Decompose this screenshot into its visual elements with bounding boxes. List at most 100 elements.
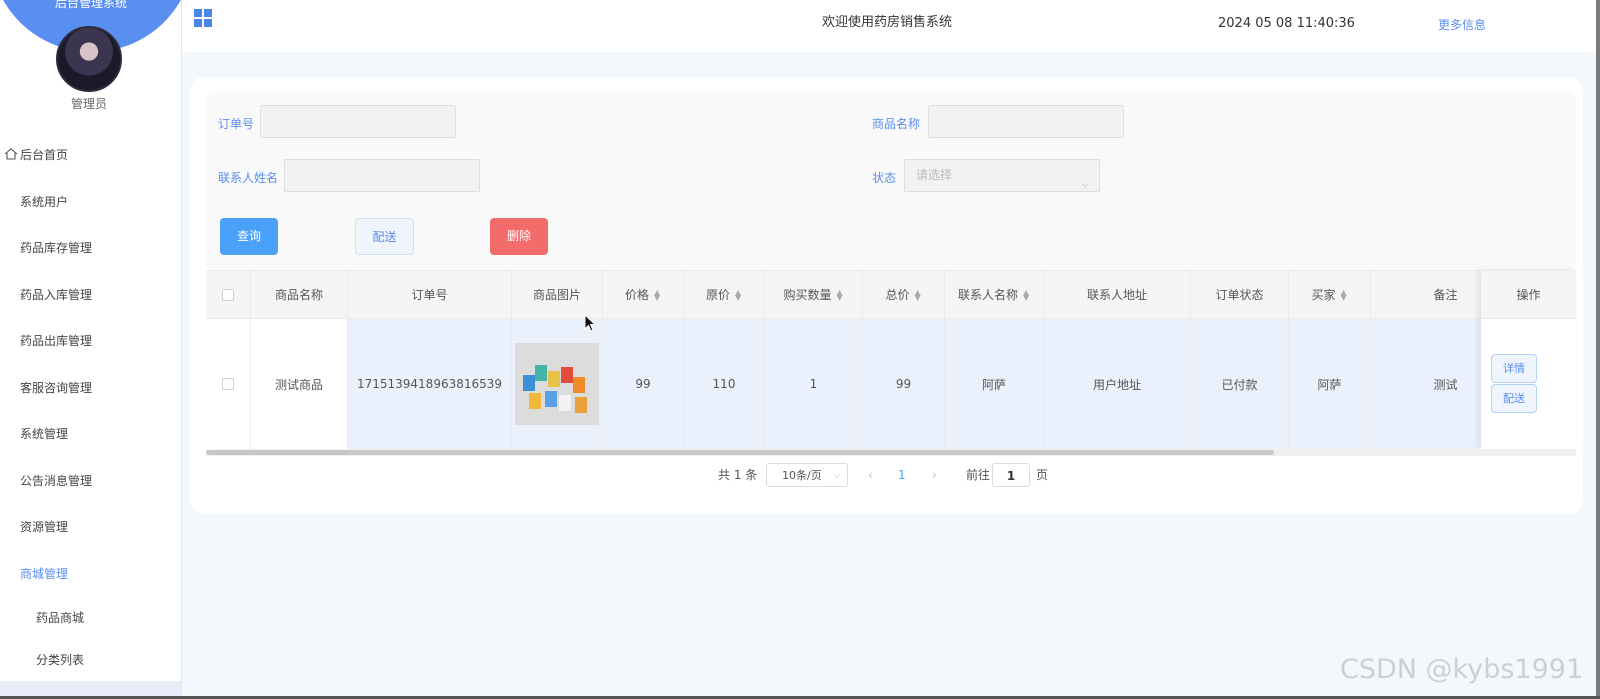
goto-page-input[interactable]: 1 bbox=[992, 463, 1030, 487]
col-order-status: 订单状态 bbox=[1191, 271, 1289, 318]
row-select-cell bbox=[206, 319, 251, 449]
col-product-name: 商品名称 bbox=[251, 271, 348, 318]
chevron-down-icon: ⌵ bbox=[833, 471, 840, 481]
product-name-label: 商品名称 bbox=[872, 117, 921, 131]
col-quantity[interactable]: 购买数量 ▲ ▼ bbox=[765, 271, 863, 318]
mouse-cursor-icon bbox=[584, 314, 596, 332]
product-image[interactable] bbox=[515, 343, 599, 425]
filter-panel: 订单号 商品名称 联系人姓名 状态 请选择 ⌵ 查询 配送 删除 bbox=[206, 92, 1576, 272]
actions-column: 操作 详情 配送 bbox=[1481, 270, 1576, 449]
delete-button[interactable]: 删除 bbox=[490, 218, 548, 255]
user-role: 管理员 bbox=[70, 97, 107, 111]
goto-label: 前往 bbox=[966, 468, 991, 482]
next-page-icon[interactable]: › bbox=[932, 463, 937, 487]
prev-page-icon[interactable]: ‹ bbox=[868, 463, 873, 487]
col-price[interactable]: 价格 ▲ ▼ bbox=[603, 271, 684, 318]
sidebar: 后台管理系统 管理员 后台首页 系统用户 药品库存管理 药品入库管理 药品出库管… bbox=[0, 0, 182, 699]
select-all-cell bbox=[206, 271, 251, 318]
col-total[interactable]: 总价 ▲ ▼ bbox=[863, 271, 945, 318]
ship-button[interactable]: 配送 bbox=[355, 218, 414, 255]
cell-original-price: 110 bbox=[684, 319, 765, 449]
grid-menu-icon[interactable] bbox=[194, 9, 212, 27]
sort-icon[interactable]: ▲ ▼ bbox=[915, 288, 922, 301]
col-product-image: 商品图片 bbox=[512, 271, 603, 318]
window-edge bbox=[1596, 0, 1600, 699]
col-price-label: 价格 bbox=[624, 288, 649, 302]
chevron-down-icon: ⌵ bbox=[1081, 179, 1089, 190]
cell-product-name: 测试商品 bbox=[251, 319, 348, 449]
sidebar-item-mall-management[interactable]: 商城管理 bbox=[0, 551, 181, 598]
table-header: 商品名称 订单号 商品图片 价格 ▲ ▼ 原价 ▲ ▼ 购买数量 ▲ ▼ 总价 ▲ ▼ 联系人名… bbox=[206, 270, 1576, 319]
scrollbar-thumb[interactable] bbox=[206, 450, 1274, 455]
sidebar-item-customer-service[interactable]: 客服咨询管理 bbox=[0, 365, 181, 412]
cell-buyer: 阿萨 bbox=[1289, 319, 1371, 449]
cell-quantity: 1 bbox=[765, 319, 863, 449]
current-page[interactable]: 1 bbox=[898, 463, 906, 487]
status-placeholder: 请选择 bbox=[916, 168, 953, 182]
page-size-value: 10条/页 bbox=[782, 469, 822, 482]
row-ship-button[interactable]: 配送 bbox=[1491, 384, 1537, 413]
sidebar-subitem-drug-mall[interactable]: 药品商城 bbox=[0, 597, 181, 639]
col-quantity-label: 购买数量 bbox=[783, 288, 832, 302]
sidebar-menu: 后台首页 系统用户 药品库存管理 药品入库管理 药品出库管理 客服咨询管理 系统… bbox=[0, 132, 181, 681]
sidebar-item-drug-inbound[interactable]: 药品入库管理 bbox=[0, 272, 181, 319]
col-buyer[interactable]: 买家 ▲ ▼ bbox=[1289, 271, 1371, 318]
col-total-label: 总价 bbox=[885, 288, 910, 302]
col-original-price[interactable]: 原价 ▲ ▼ bbox=[684, 271, 765, 318]
select-all-checkbox[interactable] bbox=[222, 288, 234, 301]
more-info-link[interactable]: 更多信息 bbox=[1438, 16, 1486, 33]
cell-order-no: 1715139418963816539 bbox=[348, 319, 512, 449]
col-actions: 操作 bbox=[1481, 270, 1576, 319]
page-unit: 页 bbox=[1036, 468, 1049, 482]
cell-contact-name: 阿萨 bbox=[945, 319, 1044, 449]
home-icon bbox=[4, 148, 18, 160]
cell-price: 99 bbox=[603, 319, 684, 449]
table-row[interactable]: 测试商品 1715139418963816539 99 110 1 99 阿萨 … bbox=[206, 319, 1576, 449]
col-order-no: 订单号 bbox=[348, 271, 512, 318]
col-contact-name-label: 联系人名称 bbox=[957, 288, 1018, 302]
sidebar-item-drug-outbound[interactable]: 药品出库管理 bbox=[0, 318, 181, 365]
col-contact-name[interactable]: 联系人名称 ▲ ▼ bbox=[945, 271, 1044, 318]
cell-product-image bbox=[512, 319, 603, 449]
contact-name-label: 联系人姓名 bbox=[218, 171, 279, 185]
sort-icon[interactable]: ▲ ▼ bbox=[654, 288, 661, 301]
sort-icon[interactable]: ▲ ▼ bbox=[1023, 288, 1030, 301]
sidebar-item-home[interactable]: 后台首页 bbox=[0, 132, 181, 179]
status-select[interactable]: 请选择 ⌵ bbox=[904, 159, 1100, 192]
order-no-label: 订单号 bbox=[218, 117, 255, 131]
system-name: 后台管理系统 bbox=[54, 0, 127, 10]
sidebar-item-system-management[interactable]: 系统管理 bbox=[0, 411, 181, 458]
cell-contact-address: 用户地址 bbox=[1044, 319, 1191, 449]
row-checkbox[interactable] bbox=[222, 378, 234, 390]
sidebar-item-announcements[interactable]: 公告消息管理 bbox=[0, 458, 181, 505]
datetime: 2024 05 08 11:40:36 bbox=[1218, 16, 1355, 31]
sidebar-item-label: 后台首页 bbox=[20, 148, 69, 162]
contact-name-input[interactable] bbox=[284, 159, 480, 192]
sort-icon[interactable]: ▲ ▼ bbox=[837, 288, 844, 301]
sidebar-subitem-category-list[interactable]: 分类列表 bbox=[0, 639, 181, 681]
status-label: 状态 bbox=[872, 171, 897, 185]
sidebar-item-system-users[interactable]: 系统用户 bbox=[0, 179, 181, 226]
col-buyer-label: 买家 bbox=[1311, 288, 1336, 302]
watermark: CSDN @kybs1991 bbox=[1340, 654, 1584, 685]
col-original-price-label: 原价 bbox=[705, 288, 730, 302]
page-title: 欢迎使用药房销售系统 bbox=[822, 15, 953, 30]
orders-table: 商品名称 订单号 商品图片 价格 ▲ ▼ 原价 ▲ ▼ 购买数量 ▲ ▼ 总价 ▲ ▼ 联系人名… bbox=[206, 270, 1576, 456]
content-card: 订单号 商品名称 联系人姓名 状态 请选择 ⌵ 查询 配送 删除 商品名称 订单… bbox=[190, 77, 1583, 514]
detail-button[interactable]: 详情 bbox=[1491, 354, 1537, 383]
sidebar-item-drug-inventory[interactable]: 药品库存管理 bbox=[0, 225, 181, 272]
avatar[interactable] bbox=[56, 26, 122, 92]
order-no-input[interactable] bbox=[260, 105, 456, 138]
horizontal-scrollbar[interactable] bbox=[206, 449, 1576, 456]
col-contact-address: 联系人地址 bbox=[1044, 271, 1191, 318]
page-size-select[interactable]: 10条/页 ⌵ bbox=[766, 463, 848, 487]
sort-icon[interactable]: ▲ ▼ bbox=[735, 288, 742, 301]
product-name-input[interactable] bbox=[928, 105, 1124, 138]
sidebar-item-resources[interactable]: 资源管理 bbox=[0, 504, 181, 551]
cell-order-status: 已付款 bbox=[1191, 319, 1289, 449]
total-count: 共 1 条 bbox=[718, 468, 758, 482]
query-button[interactable]: 查询 bbox=[220, 218, 278, 255]
cell-total: 99 bbox=[863, 319, 945, 449]
sort-icon[interactable]: ▲ ▼ bbox=[1341, 288, 1348, 301]
top-bar: 欢迎使用药房销售系统 2024 05 08 11:40:36 更多信息 bbox=[182, 0, 1600, 52]
